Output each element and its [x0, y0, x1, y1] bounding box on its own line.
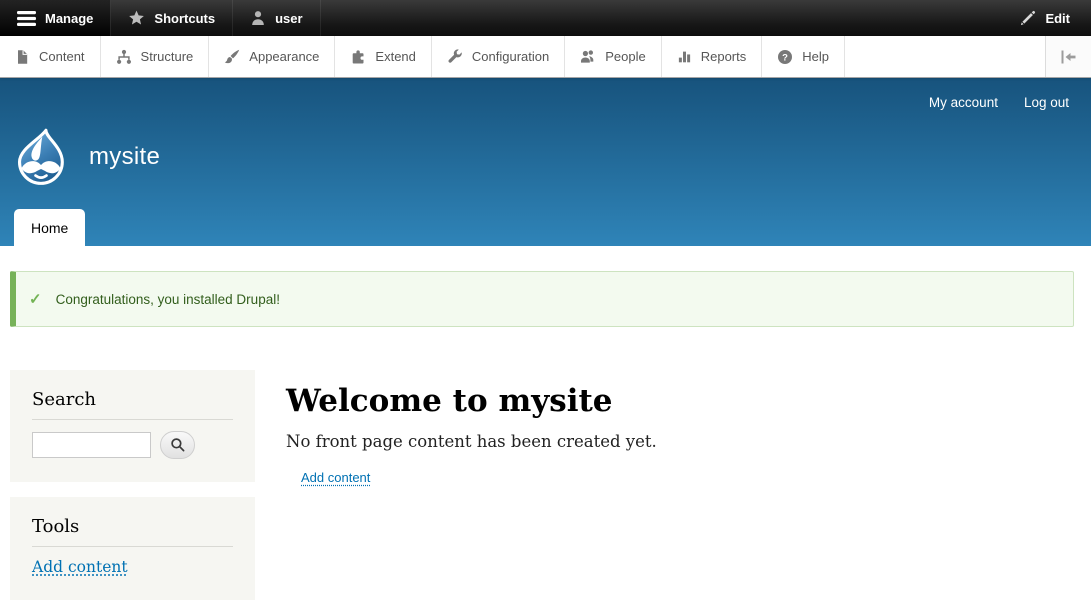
site-name[interactable]: mysite	[89, 143, 160, 171]
empty-message: No front page content has been created y…	[286, 432, 657, 451]
add-content-link-main[interactable]: Add content	[301, 470, 370, 485]
tray-spacer	[845, 36, 1045, 77]
help-icon: ?	[777, 49, 793, 65]
toolbar-label: Content	[39, 49, 85, 64]
status-message: ✓ Congratulations, you installed Drupal!	[10, 271, 1074, 327]
extend-icon	[350, 49, 366, 65]
site-header: My account Log out mysite Home	[0, 78, 1091, 246]
pencil-icon	[1020, 10, 1036, 26]
log-out-link[interactable]: Log out	[1024, 95, 1069, 110]
toolbar-label: Configuration	[472, 49, 549, 64]
search-block-title: Search	[32, 389, 233, 420]
drupal-logo[interactable]	[12, 128, 70, 186]
site-branding: mysite	[12, 128, 160, 186]
manage-tab[interactable]: Manage	[0, 0, 111, 36]
menu-icon	[17, 11, 36, 26]
content-layout: Search Tools Add content Welcome to mysi…	[10, 370, 1091, 600]
tools-block: Tools Add content	[10, 497, 255, 600]
toolbar-orientation-toggle[interactable]	[1045, 36, 1091, 77]
edit-label: Edit	[1045, 11, 1070, 26]
toolbar-label: Reports	[701, 49, 747, 64]
toolbar-item-people[interactable]: People	[565, 36, 661, 77]
configuration-icon	[447, 49, 463, 65]
reports-icon	[677, 49, 692, 64]
toolbar-label: Help	[802, 49, 829, 64]
content-icon	[15, 49, 30, 65]
arrow-to-bar-icon	[1060, 50, 1077, 64]
shortcuts-label: Shortcuts	[154, 11, 215, 26]
add-content-link-sidebar[interactable]: Add content	[32, 558, 128, 576]
people-icon	[580, 49, 596, 64]
tools-block-title: Tools	[32, 516, 233, 547]
toolbar-item-appearance[interactable]: Appearance	[209, 36, 335, 77]
search-form	[32, 431, 233, 459]
sidebar: Search Tools Add content	[10, 370, 255, 600]
toolbar-label: People	[605, 49, 645, 64]
user-tab[interactable]: user	[233, 0, 320, 36]
main-content: Welcome to mysite No front page content …	[286, 370, 657, 487]
search-icon	[170, 437, 186, 453]
status-message-text: Congratulations, you installed Drupal!	[56, 292, 280, 307]
search-block: Search	[10, 370, 255, 482]
svg-text:?: ?	[782, 52, 788, 63]
toolbar-item-help[interactable]: ? Help	[762, 36, 845, 77]
admin-toolbar-tray: Content Structure Appearance Extend Conf…	[0, 36, 1091, 78]
search-input[interactable]	[32, 432, 151, 458]
checkmark-icon: ✓	[29, 290, 42, 308]
toolbar-label: Extend	[375, 49, 415, 64]
page-title: Welcome to mysite	[286, 383, 657, 419]
star-icon	[128, 10, 145, 27]
my-account-link[interactable]: My account	[929, 95, 998, 110]
toolbar-label: Structure	[141, 49, 194, 64]
primary-tabs: Home	[14, 209, 85, 246]
manage-label: Manage	[45, 11, 93, 26]
user-label: user	[275, 11, 302, 26]
toolbar-item-structure[interactable]: Structure	[101, 36, 210, 77]
shortcuts-tab[interactable]: Shortcuts	[111, 0, 233, 36]
admin-toolbar-bar: Manage Shortcuts user Edit	[0, 0, 1091, 36]
toolbar-item-extend[interactable]: Extend	[335, 36, 431, 77]
secondary-menu: My account Log out	[929, 95, 1069, 110]
person-icon	[250, 10, 266, 26]
tab-home[interactable]: Home	[14, 209, 85, 246]
structure-icon	[116, 49, 132, 65]
edit-tab[interactable]: Edit	[1003, 0, 1091, 36]
toolbar-item-reports[interactable]: Reports	[662, 36, 763, 77]
toolbar-item-configuration[interactable]: Configuration	[432, 36, 565, 77]
toolbar-item-content[interactable]: Content	[0, 36, 101, 77]
search-submit-button[interactable]	[160, 431, 195, 459]
admin-bar-spacer	[321, 0, 1004, 36]
toolbar-label: Appearance	[249, 49, 319, 64]
appearance-icon	[224, 49, 240, 65]
